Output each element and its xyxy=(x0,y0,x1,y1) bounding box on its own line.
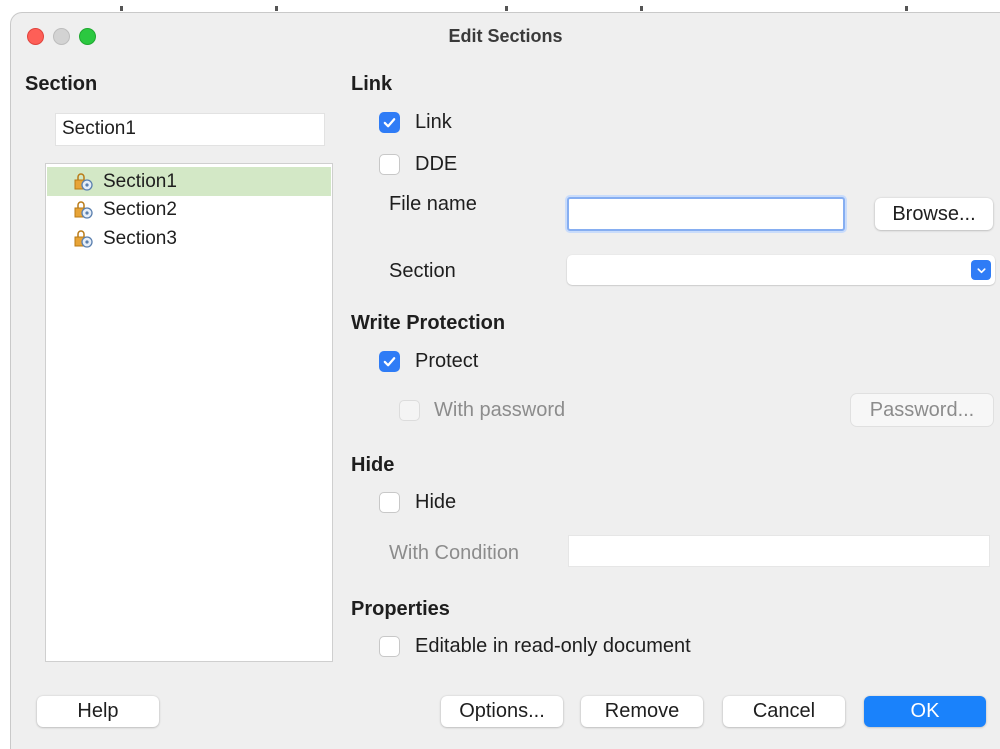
checkmark-icon xyxy=(383,118,396,128)
hide-checkbox[interactable] xyxy=(379,492,400,513)
section-tree[interactable]: Section1 Section2 Section3 xyxy=(45,163,333,662)
dde-checkbox-row[interactable]: DDE xyxy=(379,153,457,176)
link-checkbox-row[interactable]: Link xyxy=(379,111,452,134)
remove-button[interactable]: Remove xyxy=(581,696,703,727)
hide-checkbox-row[interactable]: Hide xyxy=(379,491,456,514)
dde-checkbox[interactable] xyxy=(379,154,400,175)
protected-section-icon xyxy=(73,228,95,250)
with-password-checkbox[interactable] xyxy=(399,400,420,421)
ok-button[interactable]: OK xyxy=(864,696,986,727)
protect-checkbox[interactable] xyxy=(379,351,400,372)
editable-in-read-only-checkbox[interactable] xyxy=(379,636,400,657)
strip-tick xyxy=(505,6,508,11)
section-link-label: Section xyxy=(389,260,456,282)
checkmark-icon xyxy=(383,357,396,367)
chevron-down-icon[interactable] xyxy=(971,260,991,280)
password-button[interactable]: Password... xyxy=(851,394,993,426)
browse-button[interactable]: Browse... xyxy=(875,198,993,230)
section-name-field[interactable]: Section1 xyxy=(55,113,325,146)
strip-tick xyxy=(905,6,908,11)
section-select[interactable] xyxy=(567,255,995,285)
hide-checkbox-label: Hide xyxy=(415,491,457,513)
strip-tick xyxy=(275,6,278,11)
editable-checkbox-row[interactable]: Editable in read-only document xyxy=(379,635,691,658)
file-name-label: File name xyxy=(389,193,477,215)
write-protection-heading: Write Protection xyxy=(351,312,506,334)
tree-item-label: Section2 xyxy=(103,198,177,220)
hide-heading: Hide xyxy=(351,454,395,476)
title-bar: Edit Sections xyxy=(11,13,1000,59)
tree-item-label: Section1 xyxy=(103,170,177,192)
tree-item-section3[interactable]: Section3 xyxy=(47,224,331,253)
strip-tick xyxy=(640,6,643,11)
with-condition-label: With Condition xyxy=(389,542,520,564)
protect-checkbox-row[interactable]: Protect xyxy=(379,350,478,373)
options-button[interactable]: Options... xyxy=(441,696,563,727)
tree-item-section2[interactable]: Section2 xyxy=(47,195,331,224)
editable-in-read-only-label: Editable in read-only document xyxy=(415,635,691,657)
link-checkbox[interactable] xyxy=(379,112,400,133)
file-name-input[interactable] xyxy=(567,197,845,231)
link-checkbox-label: Link xyxy=(415,111,452,133)
edit-sections-dialog: Edit Sections Section Section1 Section1 … xyxy=(10,12,1000,749)
link-heading: Link xyxy=(351,73,393,95)
window-title: Edit Sections xyxy=(448,26,563,46)
protect-checkbox-label: Protect xyxy=(415,350,479,372)
protected-section-icon xyxy=(73,199,95,221)
tree-item-label: Section3 xyxy=(103,227,177,249)
dde-checkbox-label: DDE xyxy=(415,153,458,175)
help-button[interactable]: Help xyxy=(37,696,159,727)
strip-tick xyxy=(120,6,123,11)
with-password-label: With password xyxy=(434,399,566,421)
protected-section-icon xyxy=(73,171,95,193)
with-condition-input[interactable] xyxy=(568,535,990,567)
tree-item-section1[interactable]: Section1 xyxy=(47,167,331,196)
with-password-checkbox-row[interactable]: With password xyxy=(399,399,565,422)
cancel-button[interactable]: Cancel xyxy=(723,696,845,727)
properties-heading: Properties xyxy=(351,598,450,620)
background-window-strip xyxy=(0,0,1000,12)
section-heading: Section xyxy=(25,73,98,95)
